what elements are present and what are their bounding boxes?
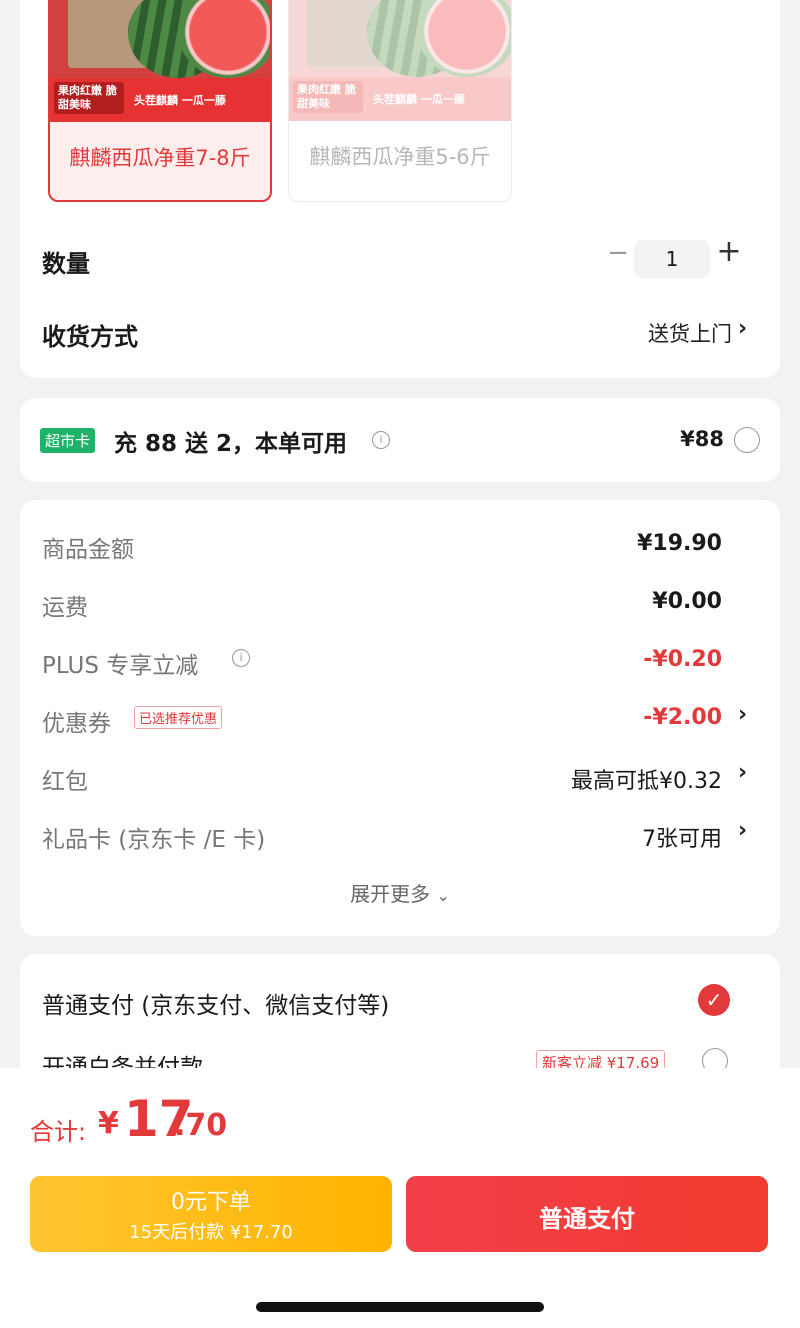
product-options-card: 果肉红嫩 脆甜美味 头茬麒麟 一瓜一藤 麒麟西瓜净重7-8斤 果肉红嫩 脆甜美味… xyxy=(20,0,780,378)
chevron-right-icon[interactable]: › xyxy=(738,316,747,341)
total-currency: ¥ xyxy=(98,1106,119,1141)
shipping-fee-label: 运费 xyxy=(42,595,88,621)
plus-discount-value: -¥0.20 xyxy=(643,647,722,672)
chevron-right-icon[interactable]: › xyxy=(738,760,747,785)
goods-amount-label: 商品金额 xyxy=(42,537,134,563)
coupon-label: 优惠券 xyxy=(42,711,111,737)
banner-tag: 果肉红嫩 脆甜美味 xyxy=(293,81,363,113)
gift-card-value[interactable]: 7张可用 xyxy=(642,821,722,853)
supermarket-card-price: ¥88 xyxy=(680,427,724,451)
quantity-input[interactable]: 1 xyxy=(634,240,710,278)
variant-option-7-8[interactable]: 果肉红嫩 脆甜美味 头茬麒麟 一瓜一藤 麒麟西瓜净重7-8斤 xyxy=(48,0,272,202)
price-details-card: 商品金额 ¥19.90 运费 ¥0.00 PLUS 专享立减 i -¥0.20 … xyxy=(20,500,780,936)
supermarket-card-tag: 超市卡 xyxy=(40,428,96,453)
chevron-right-icon[interactable]: › xyxy=(738,702,747,727)
check-icon[interactable]: ✓ xyxy=(698,984,730,1016)
variant-image: 果肉红嫩 脆甜美味 头茬麒麟 一瓜一藤 xyxy=(50,0,270,122)
expand-more-button[interactable]: 展开更多 ⌄ xyxy=(20,878,780,907)
variant-name: 麒麟西瓜净重5-6斤 xyxy=(309,145,491,169)
variant-banner: 果肉红嫩 脆甜美味 头茬麒麟 一瓜一藤 xyxy=(50,78,270,122)
info-icon[interactable]: i xyxy=(372,431,390,449)
checkout-bottom-bar: 合计: ¥ 17 .70 0元下单 15天后付款 ¥17.70 普通支付 xyxy=(0,1068,800,1328)
info-icon[interactable]: i xyxy=(232,649,250,667)
red-packet-value[interactable]: 最高可抵¥0.32 xyxy=(571,763,722,795)
pay-later-subtitle: 15天后付款 ¥17.70 xyxy=(129,1222,293,1243)
quantity-increase-button[interactable]: + xyxy=(716,234,742,269)
delivery-method-value[interactable]: 送货上门 xyxy=(648,318,732,348)
plus-discount-label: PLUS 专享立减 xyxy=(42,653,199,679)
coupon-value[interactable]: -¥2.00 xyxy=(643,705,722,730)
chevron-right-icon[interactable]: › xyxy=(738,818,747,843)
expand-more-label: 展开更多 xyxy=(350,882,431,906)
normal-payment-label[interactable]: 普通支付 (京东支付、微信支付等) xyxy=(42,986,389,1020)
supermarket-card-promo: 超市卡 充 88 送 2，本单可用 i ¥88 xyxy=(20,398,780,482)
total-label: 合计: xyxy=(30,1118,87,1146)
supermarket-card-promo-text: 充 88 送 2，本单可用 xyxy=(114,431,348,457)
banner-text: 头茬麒麟 一瓜一藤 xyxy=(373,93,465,106)
total-amount-decimal: .70 xyxy=(174,1108,228,1143)
pay-later-title: 0元下单 xyxy=(171,1190,251,1215)
variant-banner: 果肉红嫩 脆甜美味 头茬麒麟 一瓜一藤 xyxy=(289,77,511,121)
gift-card-label: 礼品卡 (京东卡 /E 卡) xyxy=(42,827,266,853)
home-indicator[interactable] xyxy=(256,1302,544,1312)
coupon-badge: 已选推荐优惠 xyxy=(134,706,223,729)
chevron-down-icon: ⌄ xyxy=(436,886,450,905)
delivery-label: 收货方式 xyxy=(42,323,138,351)
banner-tag: 果肉红嫩 脆甜美味 xyxy=(54,82,124,114)
quantity-decrease-button[interactable]: − xyxy=(606,238,630,268)
goods-amount-value: ¥19.90 xyxy=(637,531,722,556)
supermarket-card-radio-icon[interactable] xyxy=(734,427,760,453)
variant-option-5-6[interactable]: 果肉红嫩 脆甜美味 头茬麒麟 一瓜一藤 麒麟西瓜净重5-6斤 xyxy=(288,0,512,202)
banner-text: 头茬麒麟 一瓜一藤 xyxy=(134,94,226,107)
variant-name: 麒麟西瓜净重7-8斤 xyxy=(69,146,251,170)
quantity-label: 数量 xyxy=(42,250,90,278)
red-packet-label: 红包 xyxy=(42,769,88,795)
pay-later-button[interactable]: 0元下单 15天后付款 ¥17.70 xyxy=(30,1176,392,1252)
normal-pay-button[interactable]: 普通支付 xyxy=(406,1176,768,1252)
shipping-fee-value: ¥0.00 xyxy=(652,589,722,614)
variant-image: 果肉红嫩 脆甜美味 头茬麒麟 一瓜一藤 xyxy=(289,0,511,121)
normal-pay-title: 普通支付 xyxy=(539,1205,635,1233)
